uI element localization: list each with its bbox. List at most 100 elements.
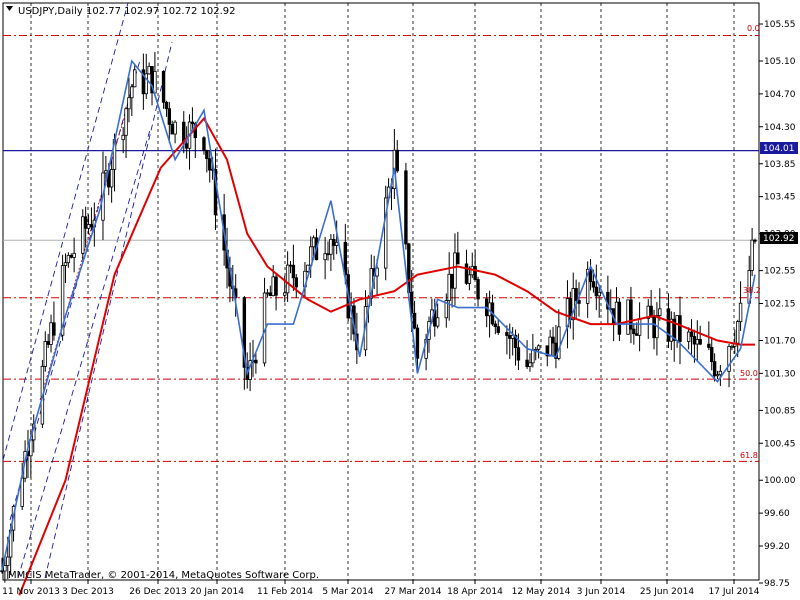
candle-body [715, 374, 720, 377]
candle-body [334, 241, 339, 246]
chart-header-title: USDJPY,Daily [18, 6, 83, 17]
price-axis-label: 102.55 [764, 267, 796, 277]
copyright-text: MMCIS MetaTrader, © 2001-2014, MetaQuote… [8, 570, 319, 581]
candle-body [493, 323, 498, 328]
price-axis-label: 99.20 [764, 542, 790, 552]
candle-body [536, 345, 541, 350]
fib-label-0: 0.0 [747, 24, 760, 33]
price-axis-label: 103.45 [764, 193, 796, 203]
price-axis-label: 101.30 [764, 369, 796, 379]
candle-body [635, 333, 639, 336]
hline-price-label: 104.01 [763, 144, 795, 154]
price-axis-label: 104.70 [764, 90, 796, 100]
candle-body [750, 239, 754, 271]
candle-body [43, 341, 47, 367]
candle-body [109, 169, 114, 188]
candle-body [3, 565, 7, 572]
date-axis-label: 11 Nov 2013 [2, 587, 60, 597]
price-axis-label: 100.85 [764, 406, 796, 416]
candle-body [306, 264, 310, 272]
candle-body [652, 316, 656, 339]
date-axis-label: 3 Jun 2014 [577, 587, 626, 597]
fib-label-61-8: 61.8 [740, 451, 758, 460]
candle-body [516, 347, 521, 361]
candle-body [89, 224, 94, 228]
fib-label-38-2: 38.2 [743, 286, 761, 295]
candle-body [718, 370, 723, 376]
candle-body [274, 276, 278, 296]
candle-body [632, 328, 636, 335]
date-axis-label: 26 Dec 2013 [129, 587, 187, 597]
candle-body [49, 322, 53, 345]
candle-body [311, 237, 316, 248]
candle-body [164, 101, 169, 110]
candle-body [268, 292, 273, 297]
candle-body [597, 291, 601, 297]
candle-body [698, 339, 702, 345]
candle-body [730, 345, 734, 348]
candle-body [456, 252, 460, 265]
date-axis-label: 27 Mar 2014 [384, 587, 441, 597]
price-axis-label: 100.45 [764, 439, 796, 449]
candle-body [326, 253, 330, 256]
candle-body [332, 238, 336, 246]
candle-body [686, 331, 691, 342]
date-axis-label: 18 Apr 2014 [447, 587, 503, 597]
candle-body [66, 254, 71, 264]
candle-body [395, 149, 399, 172]
candle-body [285, 264, 290, 294]
candle-body [133, 69, 137, 88]
candle-body [63, 262, 68, 266]
candle-body [678, 315, 682, 342]
candle-body [294, 277, 298, 288]
candle-body [81, 216, 85, 254]
price-axis-label: 99.60 [764, 509, 790, 519]
price-axis-label: 104.30 [764, 123, 796, 133]
candle-body [0, 570, 4, 573]
candle-body [551, 336, 555, 344]
candle-body [52, 322, 56, 336]
candle-body [404, 170, 408, 245]
candle-body [86, 224, 91, 229]
candle-body [283, 292, 287, 296]
candle-body [473, 265, 477, 280]
date-axis-label: 20 Jan 2014 [190, 587, 244, 597]
candle-body [548, 336, 552, 357]
candle-body [591, 281, 596, 288]
candle-body [184, 143, 189, 149]
candle-body [695, 339, 699, 345]
current-price-label: 102.92 [763, 234, 795, 244]
date-axis-label: 17 Jul 2014 [709, 587, 760, 597]
candle-body [658, 308, 662, 316]
candle-body [753, 239, 757, 242]
candle-body [6, 556, 10, 566]
price-axis-label: 105.10 [764, 57, 796, 67]
candle-body [130, 86, 134, 99]
candle-body [173, 121, 177, 135]
candle-body [46, 341, 50, 345]
candle-body [675, 315, 679, 341]
candle-body [689, 331, 694, 337]
candle-body [83, 216, 88, 229]
candle-body [291, 264, 296, 279]
price-chart[interactable]: USDJPY,Daily 102.77 102.97 102.72 102.92… [0, 0, 800, 600]
candle-body [738, 302, 743, 323]
date-axis-label: 3 Dec 2013 [62, 587, 114, 597]
candle-body [712, 361, 717, 377]
candle-body [415, 327, 420, 359]
candle-body [626, 299, 630, 335]
candle-body [121, 134, 125, 141]
candle-body [435, 317, 440, 327]
chart-header-ohlc: 102.77 102.97 102.72 102.92 [86, 6, 236, 17]
date-axis-label: 11 Feb 2014 [257, 587, 313, 597]
candle-body [692, 336, 697, 345]
current-price-tag: 102.92 [760, 232, 798, 244]
candle-body [127, 97, 131, 110]
candle-body [447, 273, 451, 301]
candle-body [323, 253, 327, 261]
candle-body [412, 312, 417, 329]
candle-body [617, 301, 622, 335]
candle-body [69, 254, 73, 258]
candle-body [147, 65, 151, 75]
candle-body [450, 273, 454, 289]
